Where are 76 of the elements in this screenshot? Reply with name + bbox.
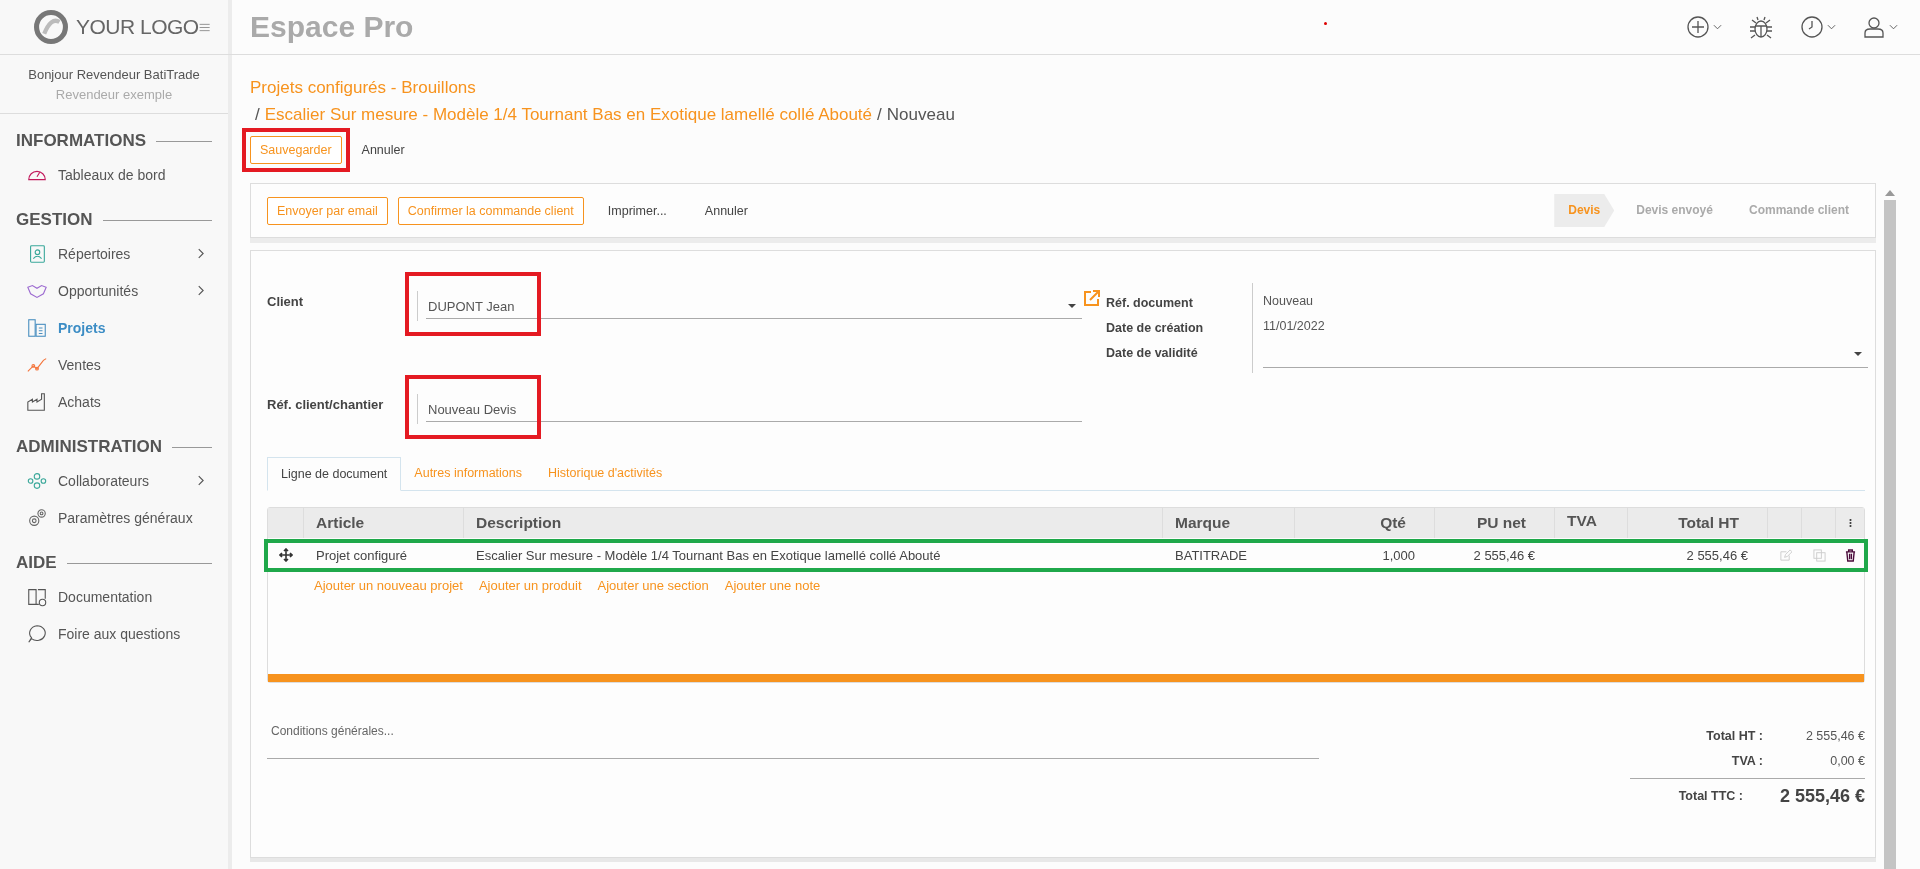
- section-heading: ADMINISTRATION: [16, 437, 163, 457]
- cancel-button[interactable]: Annuler: [357, 136, 409, 164]
- sidebar-item[interactable]: Répertoires: [16, 235, 212, 272]
- total-label: TVA :: [1731, 753, 1763, 768]
- field-label: Réf. document: [1106, 295, 1194, 312]
- logo: YOUR LOGO: [34, 10, 199, 44]
- table-cell-text: Escalier Sur mesure - Modèle 1/4 Tournant Bas en Exotique lamellé collé Abouté: [475, 547, 942, 563]
- factory-icon: [26, 390, 48, 413]
- building-plan-icon: [26, 316, 48, 339]
- column-header: Article: [304, 508, 464, 538]
- caret-icon: [1827, 24, 1836, 30]
- column-header: Qté: [1295, 508, 1435, 538]
- caret-icon: [1854, 352, 1862, 356]
- user-role: Revendeur exemple: [54, 86, 174, 104]
- column-header: Total HT: [1628, 508, 1768, 538]
- faq-bubble-icon: [26, 622, 48, 645]
- sidebar-item[interactable]: Documentation: [16, 578, 212, 615]
- caret-icon: [1068, 304, 1076, 308]
- column-header: Marque: [1163, 508, 1295, 538]
- column-header: PU net: [1435, 508, 1555, 538]
- delete-icon[interactable]: [1844, 548, 1856, 562]
- field-label: Client: [267, 293, 305, 309]
- status-step: Devis: [1554, 194, 1615, 227]
- toolbar-button[interactable]: Annuler: [690, 196, 762, 225]
- add-icon: [1686, 15, 1710, 39]
- clock-icon: [1800, 15, 1824, 39]
- breadcrumb-separator: /: [255, 104, 260, 126]
- field-value: Nouveau: [1263, 293, 1315, 310]
- conditions-field[interactable]: Conditions générales...: [267, 723, 1319, 759]
- sidebar-item[interactable]: Ventes: [16, 346, 212, 383]
- sidebar-item[interactable]: Opportunités: [16, 272, 212, 309]
- tab[interactable]: Ligne de document: [267, 457, 402, 491]
- column-header: Description: [464, 508, 1163, 538]
- sidebar-item[interactable]: Tableaux de bord: [16, 156, 212, 193]
- breadcrumb-separator: /: [877, 104, 882, 126]
- section-heading: GESTION: [16, 210, 93, 230]
- total-label: Total HT :: [1706, 728, 1763, 743]
- user-icon: [1862, 15, 1886, 39]
- caret-icon: [1889, 24, 1898, 30]
- user-menu-button[interactable]: [1862, 15, 1898, 39]
- client-select[interactable]: DUPONT Jean: [417, 291, 1082, 321]
- field-label: Réf. client/chantier: [267, 396, 385, 412]
- sidebar-item[interactable]: Foire aux questions: [16, 615, 212, 652]
- input-field[interactable]: Nouveau Devis: [417, 394, 1082, 424]
- history-menu-button[interactable]: [1800, 15, 1836, 39]
- scrollbar[interactable]: [1882, 190, 1898, 869]
- total-label: Total TTC :: [1678, 789, 1743, 803]
- table-cell-text: BATITRADE: [1174, 547, 1248, 563]
- table-cell-text: 2 555,46 €: [1685, 547, 1749, 563]
- scroll-up-icon[interactable]: [1885, 190, 1895, 196]
- section-heading: AIDE: [16, 553, 57, 573]
- total-value: 2 555,46 €: [1804, 728, 1865, 743]
- more-vertical-icon[interactable]: [1848, 518, 1852, 528]
- user-greeting: Bonjour Revendeur BatiTrade: [27, 66, 201, 84]
- table-cell-text: 1,000: [1381, 547, 1416, 563]
- bug-icon[interactable]: [1748, 14, 1774, 40]
- total-value: 2 555,46 €: [1778, 785, 1865, 807]
- sidebar-item[interactable]: Paramètres généraux: [16, 499, 212, 536]
- sidebar-item[interactable]: Collaborateurs: [16, 462, 212, 499]
- table-cell-text: 2 555,46 €: [1472, 547, 1536, 563]
- drag-handle-icon[interactable]: [279, 548, 293, 562]
- gears-icon: [26, 506, 48, 529]
- field-label: Date de création: [1106, 320, 1205, 337]
- field-label: Date de validité: [1106, 345, 1199, 362]
- caret-icon: [1713, 24, 1722, 30]
- sidebar-item[interactable]: Achats: [16, 383, 212, 420]
- marker-dot: [1324, 22, 1327, 25]
- field-value: 11/01/2022: [1263, 318, 1326, 335]
- app-title: Espace Pro: [250, 10, 414, 44]
- toolbar-button[interactable]: Imprimer...: [593, 196, 681, 225]
- table-cell-text: Projet configuré: [315, 547, 409, 563]
- total-value: 0,00 €: [1829, 753, 1865, 768]
- add-menu-button[interactable]: [1686, 15, 1722, 39]
- column-header: TVA: [1555, 508, 1628, 538]
- section-heading: INFORMATIONS: [16, 131, 146, 151]
- breadcrumb-current: Nouveau: [886, 104, 955, 126]
